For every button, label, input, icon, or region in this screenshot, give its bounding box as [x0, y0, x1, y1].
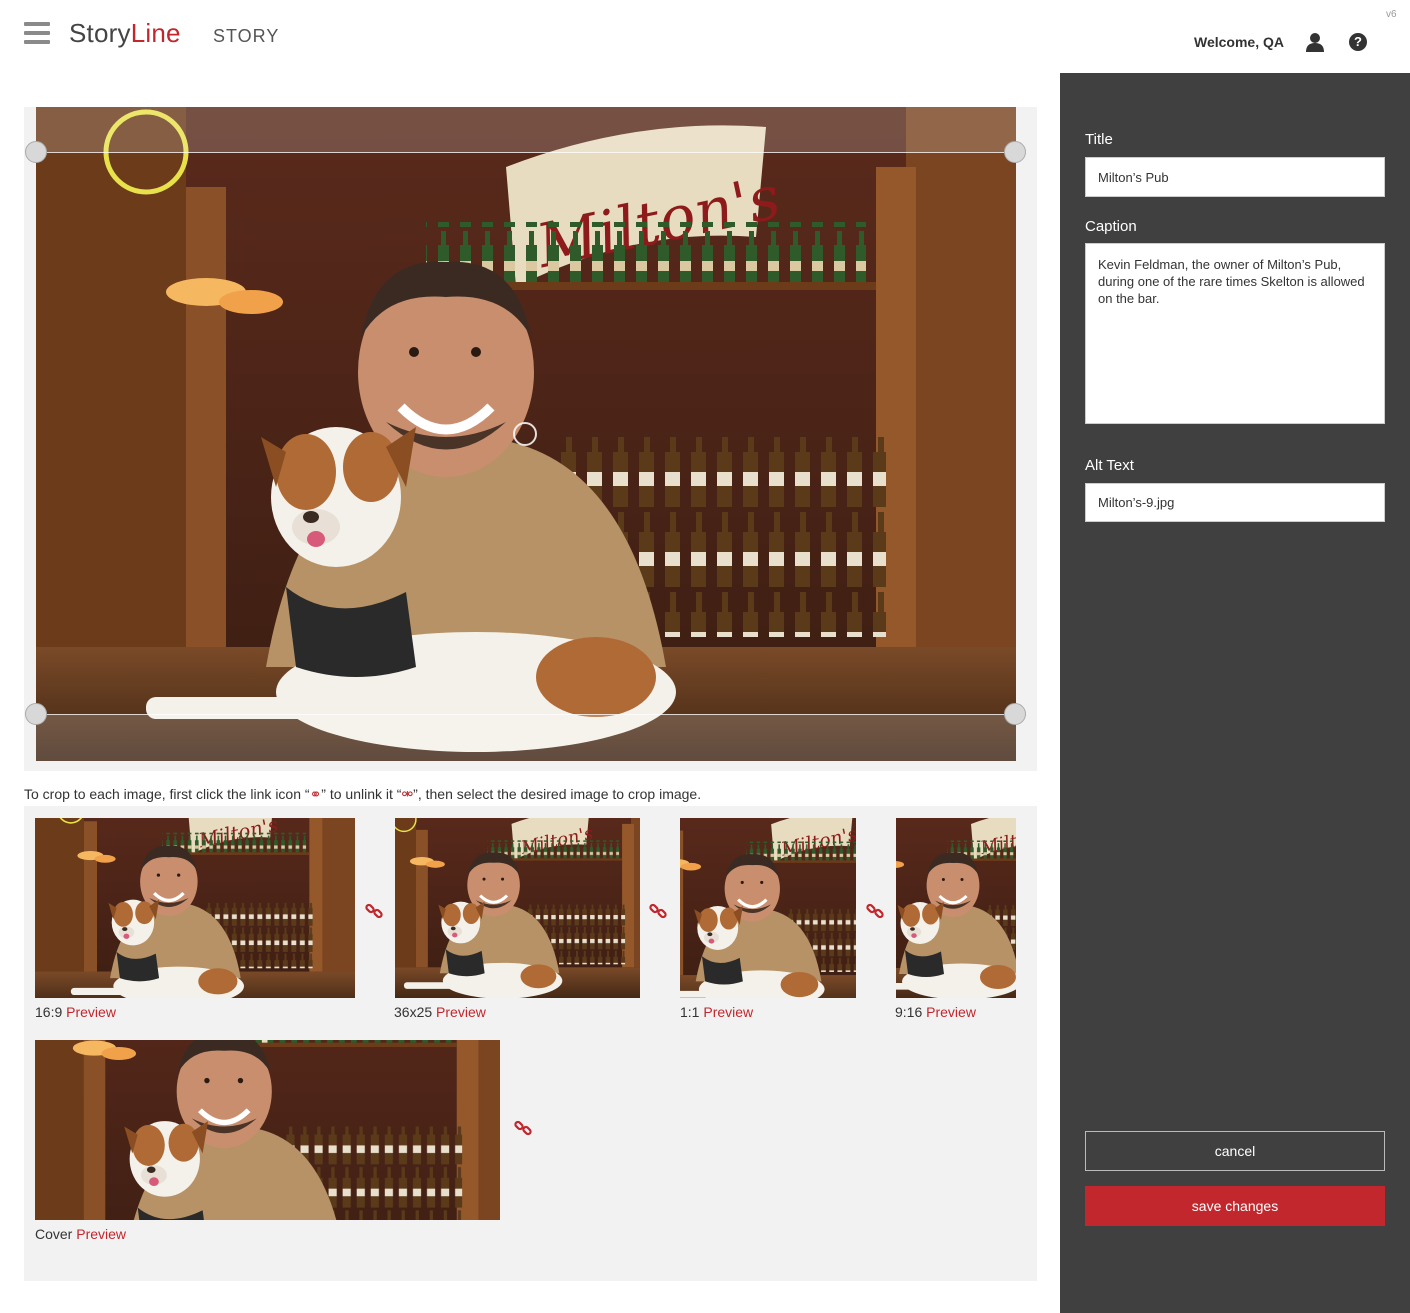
ratio-label: 1:1 — [680, 1004, 700, 1020]
crop-handle-bottom-right[interactable] — [1004, 703, 1026, 725]
thumbnail-label-36x25: 36x25 Preview — [394, 1004, 486, 1020]
logo-text-story: Story — [69, 18, 131, 48]
preview-link-36x25[interactable]: Preview — [436, 1004, 486, 1020]
ratio-label: Cover — [35, 1226, 73, 1242]
thumbnail-label-16-9: 16:9 Preview — [35, 1004, 116, 1020]
preview-link-cover[interactable]: Preview — [76, 1226, 126, 1242]
crop-handle-bottom-left[interactable] — [25, 703, 47, 725]
logo-text-line: Line — [130, 18, 181, 48]
app-header: StoryLine STORY v6 Welcome, QA ? — [0, 0, 1410, 73]
thumbnail-36x25[interactable] — [395, 818, 640, 998]
user-icon[interactable] — [1306, 32, 1324, 52]
preview-link-9-16[interactable]: Preview — [926, 1004, 976, 1020]
thumbnail-16-9[interactable] — [35, 818, 355, 998]
ratio-label: 16:9 — [35, 1004, 63, 1020]
caption-textarea[interactable]: Kevin Feldman, the owner of Milton’s Pub… — [1085, 243, 1385, 424]
link-icon[interactable] — [649, 902, 667, 920]
help-icon[interactable]: ? — [1349, 33, 1367, 51]
crop-handle-top-right[interactable] — [1004, 141, 1026, 163]
link-icon[interactable] — [514, 1119, 532, 1137]
caption-label: Caption — [1085, 218, 1137, 235]
ratio-label: 36x25 — [394, 1004, 433, 1020]
focal-point-handle[interactable] — [513, 422, 537, 446]
link-icon-inline: ⚭ — [309, 786, 322, 802]
instructions-text-2: ” to unlink it “ — [321, 786, 402, 802]
thumbnail-1-1[interactable] — [680, 818, 856, 998]
hamburger-menu-icon[interactable] — [24, 22, 50, 44]
thumbnail-9-16[interactable] — [896, 818, 1016, 998]
thumbnail-label-cover: Cover Preview — [35, 1226, 126, 1242]
version-label: v6 — [1386, 9, 1397, 20]
instructions-text-1: To crop to each image, first click the l… — [24, 786, 310, 802]
cancel-button[interactable]: cancel — [1085, 1131, 1385, 1171]
crop-handle-top-left[interactable] — [25, 141, 47, 163]
crop-instructions: To crop to each image, first click the l… — [24, 786, 701, 803]
link-icon[interactable] — [365, 902, 383, 920]
title-label: Title — [1085, 131, 1113, 148]
crop-mask-top — [36, 107, 1016, 152]
thumbnail-label-9-16: 9:16 Preview — [895, 1004, 976, 1020]
alt-text-input[interactable] — [1085, 483, 1385, 522]
save-changes-button[interactable]: save changes — [1085, 1186, 1385, 1226]
welcome-text: Welcome, QA — [1194, 34, 1284, 50]
link-icon[interactable] — [866, 902, 884, 920]
preview-link-16-9[interactable]: Preview — [66, 1004, 116, 1020]
instructions-text-3: ”, then select the desired image to crop… — [413, 786, 702, 802]
preview-link-1-1[interactable]: Preview — [703, 1004, 753, 1020]
section-title: STORY — [213, 26, 280, 46]
crop-mask-bottom — [36, 715, 1016, 761]
title-input[interactable] — [1085, 157, 1385, 197]
thumbnail-label-1-1: 1:1 Preview — [680, 1004, 753, 1020]
app-logo[interactable]: StoryLine — [69, 18, 181, 49]
thumbnail-cover[interactable] — [35, 1040, 500, 1220]
ratio-label: 9:16 — [895, 1004, 923, 1020]
unlink-icon-inline: ⚮ — [401, 786, 414, 802]
alt-text-label: Alt Text — [1085, 457, 1134, 474]
